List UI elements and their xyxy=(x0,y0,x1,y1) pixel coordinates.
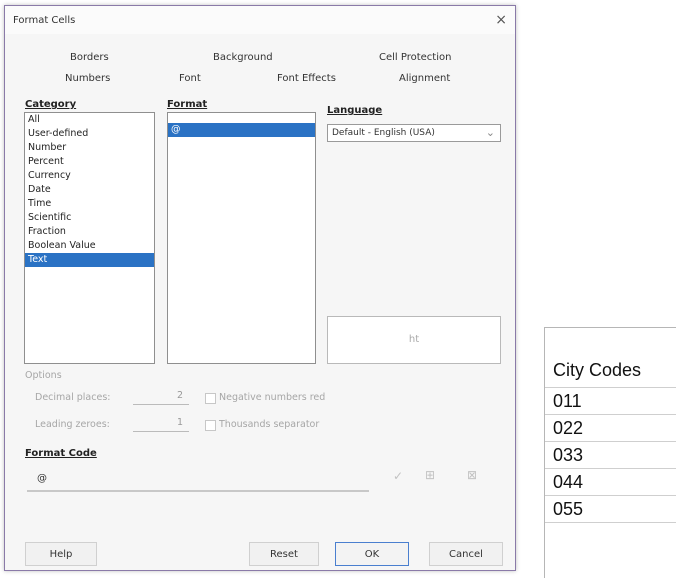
table-cell[interactable]: 044 xyxy=(545,469,676,496)
leading-zeroes-value: 1 xyxy=(176,417,183,428)
category-label: Category xyxy=(25,99,77,110)
preview-text: ht xyxy=(408,334,420,345)
tab-font[interactable]: Font xyxy=(179,73,201,84)
decimal-places-value: 2 xyxy=(176,390,183,401)
reset-button[interactable]: Reset xyxy=(249,542,319,566)
ok-button[interactable]: OK xyxy=(335,542,409,566)
preview-box: ht xyxy=(327,316,501,364)
comment-icon[interactable]: ⊞ xyxy=(425,468,435,482)
list-item[interactable]: User-defined xyxy=(25,127,154,141)
tab-borders[interactable]: Borders xyxy=(70,52,109,63)
list-item[interactable]: Currency xyxy=(25,169,154,183)
decimal-places-label: Decimal places: xyxy=(35,392,111,403)
leading-zeroes-field[interactable]: 1 xyxy=(133,417,189,432)
list-item[interactable]: Fraction xyxy=(25,225,154,239)
list-item[interactable]: Number xyxy=(25,141,154,155)
help-button[interactable]: Help xyxy=(25,542,97,566)
format-code-label: Format Code xyxy=(25,448,97,459)
options-label: Options xyxy=(25,370,62,381)
cancel-button[interactable]: Cancel xyxy=(429,542,503,566)
tab-font-effects[interactable]: Font Effects xyxy=(277,73,336,84)
list-item[interactable]: Boolean Value xyxy=(25,239,154,253)
category-list[interactable]: All User-defined Number Percent Currency… xyxy=(24,112,155,364)
thousands-separator-checkbox[interactable] xyxy=(205,420,216,431)
format-cells-dialog: Format Cells × Borders Background Cell P… xyxy=(4,5,516,571)
leading-zeroes-label: Leading zeroes: xyxy=(35,419,110,430)
negative-red-checkbox[interactable] xyxy=(205,393,216,404)
table-cell[interactable]: 055 xyxy=(545,496,676,523)
table-cell[interactable]: 011 xyxy=(545,388,676,415)
list-item-selected[interactable]: @ xyxy=(168,123,315,137)
format-code-field[interactable]: @ xyxy=(27,468,369,492)
list-item-selected[interactable]: Text xyxy=(25,253,154,267)
decimal-places-field[interactable]: 2 xyxy=(133,390,189,405)
chevron-down-icon[interactable]: ⌄ xyxy=(486,126,495,139)
list-item[interactable]: Scientific xyxy=(25,211,154,225)
format-list[interactable]: @ xyxy=(167,112,316,364)
list-item[interactable]: Percent xyxy=(25,155,154,169)
list-item[interactable]: Time xyxy=(25,197,154,211)
close-icon[interactable]: × xyxy=(495,12,507,28)
language-value: Default - English (USA) xyxy=(332,128,435,138)
table-cell[interactable]: 022 xyxy=(545,415,676,442)
delete-icon[interactable]: ⊠ xyxy=(467,468,477,482)
negative-red-label: Negative numbers red xyxy=(219,392,326,403)
check-icon[interactable]: ✓ xyxy=(393,469,403,483)
format-code-value: @ xyxy=(37,473,47,484)
column-header-cell[interactable]: City Codes xyxy=(545,352,676,388)
list-item[interactable]: Date xyxy=(25,183,154,197)
tab-alignment[interactable]: Alignment xyxy=(399,73,450,84)
tab-numbers[interactable]: Numbers xyxy=(65,73,110,84)
format-label: Format xyxy=(167,99,208,110)
tab-background[interactable]: Background xyxy=(213,52,273,63)
language-label: Language xyxy=(327,105,383,116)
table-cell[interactable]: 033 xyxy=(545,442,676,469)
spreadsheet-fragment: City Codes 011 022 033 044 055 xyxy=(544,327,676,578)
dialog-title: Format Cells xyxy=(13,15,76,26)
title-bar: Format Cells × xyxy=(5,6,515,34)
thousands-separator-label: Thousands separator xyxy=(219,419,320,430)
tab-cell-protection[interactable]: Cell Protection xyxy=(379,52,451,63)
language-dropdown[interactable]: Default - English (USA) ⌄ xyxy=(327,124,501,142)
list-item[interactable]: All xyxy=(25,113,154,127)
